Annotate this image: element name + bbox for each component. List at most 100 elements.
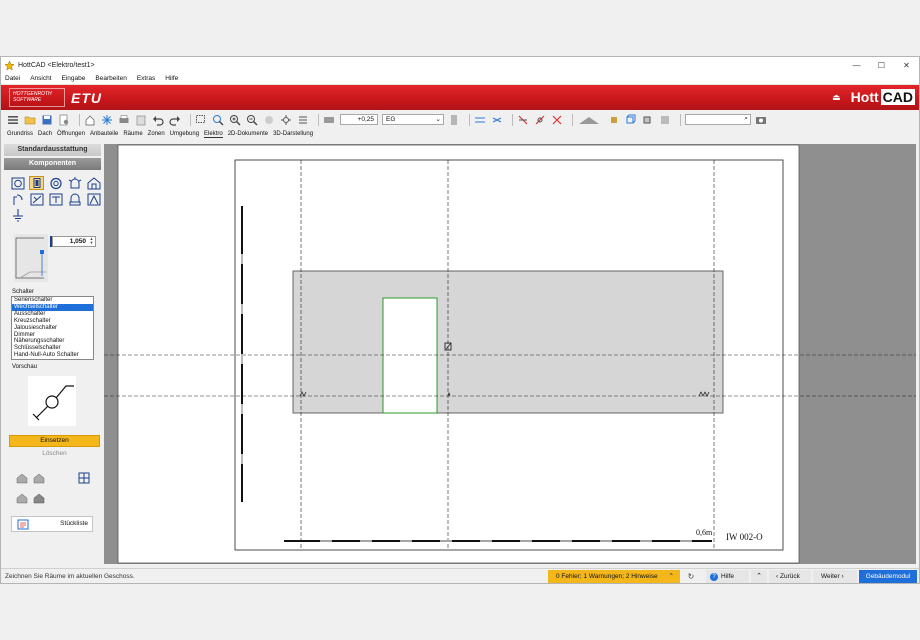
camera-icon[interactable]	[755, 114, 767, 126]
switch-type-list[interactable]: Serienschalter Wechselschalter Ausschalt…	[11, 296, 94, 360]
snap-grid-icon[interactable]	[551, 114, 563, 126]
drawing-canvas[interactable]: 0,6m IW 002-O	[104, 144, 916, 564]
menu-datei[interactable]: Datei	[5, 75, 20, 82]
zoom-in-icon[interactable]	[229, 114, 241, 126]
undo-icon[interactable]	[152, 114, 164, 126]
zoom-out-icon[interactable]	[246, 114, 258, 126]
level-height-field[interactable]: +0,25	[340, 114, 378, 125]
socket-symbol-icon[interactable]	[10, 176, 25, 190]
menu-bearbeiten[interactable]: Bearbeiten	[95, 75, 126, 82]
back-button[interactable]: ‹ Zurück	[769, 570, 811, 583]
layer-list-icon[interactable]	[297, 114, 309, 126]
close-button[interactable]: ✕	[894, 61, 919, 70]
move-symbol-icon[interactable]	[33, 472, 45, 484]
render-mode-icon[interactable]	[577, 114, 603, 126]
list-item-selected[interactable]: Wechselschalter	[12, 303, 93, 311]
minimize-button[interactable]: —	[844, 61, 869, 70]
parts-list-button[interactable]: Stückliste	[11, 516, 93, 532]
snowflake-icon[interactable]	[101, 114, 113, 126]
paste-icon[interactable]	[135, 114, 147, 126]
preview-label: Vorschau	[12, 364, 38, 370]
list-item[interactable]: Näherungsschalter	[12, 338, 93, 345]
menu-extras[interactable]: Extras	[137, 75, 155, 82]
floor-list-icon[interactable]	[448, 114, 460, 126]
zoom-window-icon[interactable]	[212, 114, 224, 126]
tab-zonen[interactable]: Zonen	[148, 131, 165, 137]
search-input[interactable]: ⌕	[685, 114, 751, 125]
light-symbol-icon[interactable]	[48, 176, 63, 190]
house-icon[interactable]	[84, 114, 96, 126]
grid-symbol-icon[interactable]	[78, 472, 90, 484]
title-bar: HottCAD <Elektro/test1> — ☐ ✕	[1, 57, 919, 73]
tab-dach[interactable]: Dach	[38, 131, 52, 137]
document-settings-icon[interactable]	[58, 114, 70, 126]
tab-elektro[interactable]: Elektro	[204, 131, 223, 138]
antenna-symbol-icon[interactable]	[10, 192, 25, 206]
elevation-drawing[interactable]	[104, 144, 916, 564]
motion-sensor-icon[interactable]	[86, 192, 101, 206]
3d-view-icon[interactable]	[659, 114, 671, 126]
list-item[interactable]: Serienschalter	[12, 297, 93, 304]
switch-symbol-icon[interactable]	[29, 176, 44, 190]
eject-icon[interactable]: ⏏	[832, 92, 841, 103]
section-standard-equipment[interactable]: Standardausstattung	[4, 144, 101, 156]
dimension-icon[interactable]	[474, 114, 486, 126]
floor-dropdown[interactable]: EG ⌄	[382, 114, 444, 125]
rotate-symbol-icon[interactable]	[16, 492, 28, 504]
tab-2d-dokumente[interactable]: 2D-Dokumente	[228, 131, 268, 137]
network-symbol-icon[interactable]	[29, 192, 44, 206]
save-icon[interactable]	[41, 114, 53, 126]
house-connection-icon[interactable]	[86, 176, 101, 190]
tab-oeffnungen[interactable]: Öffnungen	[57, 131, 85, 137]
snap-points-icon[interactable]	[534, 114, 546, 126]
ground-symbol-icon[interactable]	[10, 208, 25, 222]
section-components[interactable]: Komponenten	[4, 158, 101, 170]
tab-3d-darstellung[interactable]: 3D-Darstellung	[273, 131, 313, 137]
refresh-icon[interactable]: ↻	[682, 570, 700, 583]
list-item[interactable]: Dimmer	[12, 332, 93, 339]
delete-symbol-icon[interactable]	[33, 492, 45, 504]
building-module-button[interactable]: Gebäudemodul	[859, 570, 917, 583]
warnings-panel-button[interactable]: 0 Fehler; 1 Warnungen; 2 Hinweise ⌃	[548, 570, 680, 583]
floor-select-icon[interactable]	[323, 114, 335, 126]
help-button[interactable]: ? Hilfe	[706, 570, 749, 583]
menu-eingabe[interactable]: Eingabe	[62, 75, 86, 82]
scale-label: 0,6m	[696, 528, 713, 537]
pan-icon[interactable]	[263, 114, 275, 126]
list-item[interactable]: Kreuzschalter	[12, 318, 93, 325]
list-item[interactable]: Jalousieschalter	[12, 325, 93, 332]
menu-ansicht[interactable]: Ansicht	[30, 75, 51, 82]
chevron-right-icon: ›	[839, 573, 844, 580]
app-name-hott: Hott	[850, 89, 879, 105]
next-button[interactable]: Weiter ›	[813, 570, 857, 583]
list-item[interactable]: Ausschalter	[12, 311, 93, 318]
3d-box-icon[interactable]	[625, 114, 637, 126]
open-folder-icon[interactable]	[24, 114, 36, 126]
snap-off-icon[interactable]	[517, 114, 529, 126]
measure-icon[interactable]	[491, 114, 503, 126]
delete-button[interactable]: Löschen	[9, 449, 100, 460]
etu-logo: ETU	[71, 89, 102, 106]
list-item[interactable]: Hand-Null-Auto Schalter	[12, 352, 93, 359]
color-cube-icon[interactable]	[608, 114, 620, 126]
tab-anbauteile[interactable]: Anbauteile	[90, 131, 118, 137]
menu-hilfe[interactable]: Hilfe	[165, 75, 178, 82]
height-stepper[interactable]: ▲ ▼	[88, 237, 95, 246]
doorbell-symbol-icon[interactable]	[67, 192, 82, 206]
list-item[interactable]: Schlüsselschalter	[12, 345, 93, 352]
redo-icon[interactable]	[169, 114, 181, 126]
copy-symbol-icon[interactable]	[16, 472, 28, 484]
select-window-icon[interactable]	[195, 114, 207, 126]
3d-solid-icon[interactable]	[642, 114, 654, 126]
tab-grundriss[interactable]: Grundriss	[7, 131, 33, 137]
tab-raeume[interactable]: Räume	[123, 131, 142, 137]
menu-list-icon[interactable]	[7, 114, 19, 126]
alarm-symbol-icon[interactable]	[67, 176, 82, 190]
phone-symbol-icon[interactable]	[48, 192, 63, 206]
print-icon[interactable]	[118, 114, 130, 126]
maximize-button[interactable]: ☐	[869, 61, 894, 70]
tab-umgebung[interactable]: Umgebung	[170, 131, 199, 137]
collapse-button[interactable]: ⌃	[751, 570, 767, 583]
insert-button[interactable]: Einsetzen	[9, 435, 100, 447]
sun-settings-icon[interactable]	[280, 114, 292, 126]
